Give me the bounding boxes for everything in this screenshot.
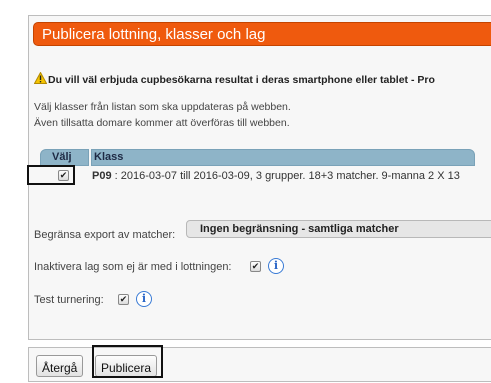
row-class-code: P09 — [92, 170, 112, 182]
inactivate-teams-checkbox[interactable]: ✔ — [250, 261, 261, 272]
warning-banner: Du vill väl erbjuda cupbesökarna resulta… — [34, 71, 491, 85]
test-tournament-checkbox[interactable]: ✔ — [118, 294, 129, 305]
warning-icon — [34, 71, 48, 85]
table-row[interactable]: ✔ P09 : 2016-03-07 till 2016-03-09, 3 gr… — [34, 169, 491, 185]
publish-highlight-frame — [92, 345, 163, 378]
column-header-klass[interactable]: Klass — [91, 149, 475, 166]
inactivate-teams-label: Inaktivera lag som ej är med i lottninge… — [34, 261, 232, 273]
test-tournament-label: Test turnering: — [34, 294, 104, 306]
row-class-details: : 2016-03-07 till 2016-03-09, 3 grupper.… — [111, 170, 460, 182]
info-icon[interactable]: i — [268, 258, 284, 274]
export-limit-select[interactable]: Ingen begränsning - samtliga matcher — [186, 220, 491, 238]
info-icon[interactable]: i — [136, 291, 152, 307]
column-header-valj-label: Välj — [52, 151, 72, 163]
dialog-title-bar: Publicera lottning, klasser och lag — [33, 22, 491, 46]
column-header-klass-label: Klass — [94, 151, 124, 163]
info-line-2: Även tillsatta domare kommer att överför… — [34, 117, 290, 129]
warning-text: Du vill väl erbjuda cupbesökarna resulta… — [48, 74, 435, 85]
info-line-1: Välj klasser från listan som ska uppdate… — [34, 101, 291, 113]
row-class-text: P09 : 2016-03-07 till 2016-03-09, 3 grup… — [92, 170, 460, 182]
checkbox-highlight-frame — [27, 165, 75, 185]
dialog-title: Publicera lottning, klasser och lag — [42, 26, 266, 43]
back-button[interactable]: Återgå — [36, 355, 84, 377]
export-limit-label: Begränsa export av matcher: — [34, 229, 176, 241]
column-header-valj[interactable]: Välj — [40, 149, 89, 166]
